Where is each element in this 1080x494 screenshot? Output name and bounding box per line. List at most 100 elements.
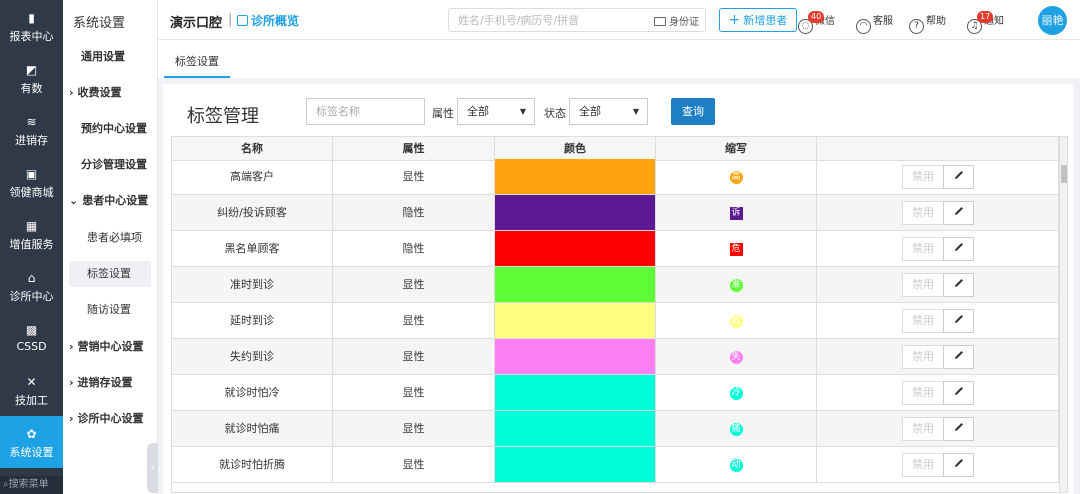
tag-abbr-cell: 准 bbox=[656, 267, 817, 302]
nav-item-3[interactable]: ▣ 领健商城 bbox=[0, 156, 63, 208]
edit-button[interactable] bbox=[943, 309, 974, 333]
header-tool-label: 客服 bbox=[873, 16, 893, 27]
menu-search[interactable]: ⌕搜索菜单 bbox=[0, 476, 63, 494]
nav-item-5[interactable]: ⌂ 诊所中心 bbox=[0, 260, 63, 312]
disable-button[interactable]: 禁用 bbox=[902, 165, 944, 189]
subnav-item-3[interactable]: 分诊管理设置 bbox=[69, 152, 151, 178]
tag-abbr-badge: 冷 bbox=[729, 386, 743, 400]
subnav-item-10[interactable]: › 诊所中心设置 bbox=[69, 406, 151, 432]
headset-icon: ◠ bbox=[856, 19, 871, 34]
table-row: 就诊时怕折腾 显性 动 禁用 bbox=[172, 447, 1059, 483]
tag-attr-cell: 显性 bbox=[333, 159, 495, 194]
disable-button[interactable]: 禁用 bbox=[902, 309, 944, 333]
nav-item-label: 领健商城 bbox=[9, 186, 54, 199]
subnav-item-4[interactable]: ⌄ 患者中心设置 bbox=[69, 188, 151, 214]
disable-button[interactable]: 禁用 bbox=[902, 273, 944, 297]
subnav-title: 系统设置 bbox=[73, 16, 126, 31]
tag-abbr-cell: 动 bbox=[656, 447, 817, 482]
tag-color-swatch bbox=[495, 303, 656, 338]
subnav-item-7[interactable]: 随访设置 bbox=[69, 297, 151, 323]
plus-icon: + bbox=[728, 12, 741, 28]
nav-item-2[interactable]: ≋ 进销存 bbox=[0, 104, 63, 156]
query-button[interactable]: 查询 bbox=[671, 98, 715, 125]
pencil-icon bbox=[954, 279, 963, 287]
tag-name-cell: 黑名单顾客 bbox=[172, 231, 333, 266]
chevron-icon: › bbox=[69, 86, 74, 99]
chevron-icon: › bbox=[69, 340, 74, 353]
pencil-icon bbox=[954, 423, 963, 431]
tag-name-cell: 就诊时怕冷 bbox=[172, 375, 333, 410]
nav-item-0[interactable]: ▮ 报表中心 bbox=[0, 0, 63, 52]
tag-abbr-badge: 失 bbox=[729, 350, 743, 364]
add-patient-button[interactable]: + 新增患者 bbox=[719, 8, 797, 32]
tag-name-cell: 准时到诊 bbox=[172, 267, 333, 302]
nav-item-8[interactable]: ✿ 系统设置 bbox=[0, 416, 63, 468]
header-tool-1[interactable]: ◠ 客服 bbox=[856, 12, 893, 34]
subnav-item-5[interactable]: 患者必填项 bbox=[69, 225, 151, 251]
patient-search-input[interactable] bbox=[449, 9, 639, 31]
pencil-icon bbox=[954, 207, 963, 215]
chevron-icon: › bbox=[69, 376, 74, 389]
status-select[interactable]: 全部 ▼ bbox=[569, 98, 648, 125]
subnav-item-1[interactable]: › 收费设置 bbox=[69, 80, 151, 106]
idcard-read-button[interactable]: 身份证 bbox=[654, 13, 699, 28]
edit-button[interactable] bbox=[943, 345, 974, 369]
add-patient-label: 新增患者 bbox=[743, 14, 788, 27]
collapse-sidebar-handle[interactable]: ‹ bbox=[147, 443, 158, 493]
user-avatar[interactable]: 丽艳 bbox=[1038, 6, 1067, 35]
clinic-overview-link[interactable]: 诊所概览 bbox=[237, 12, 299, 29]
disable-button[interactable]: 禁用 bbox=[902, 201, 944, 225]
nav-item-4[interactable]: ▦ 增值服务 bbox=[0, 208, 63, 260]
header-tool-3[interactable]: ♫ 17 通知 bbox=[967, 11, 1004, 34]
subnav-item-label: 通用设置 bbox=[81, 50, 125, 63]
page-title: 标签管理 bbox=[187, 106, 259, 127]
nav-item-1[interactable]: ◩ 有数 bbox=[0, 52, 63, 104]
tools-icon: ✕ bbox=[26, 375, 37, 389]
subnav-item-0[interactable]: 通用设置 bbox=[69, 44, 151, 70]
subnav-item-8[interactable]: › 营销中心设置 bbox=[69, 334, 151, 360]
table-row: 黑名单顾客 隐性 危 禁用 bbox=[172, 231, 1059, 267]
status-label: 状态 bbox=[544, 107, 566, 120]
tab-tag-settings[interactable]: 标签设置 bbox=[164, 54, 230, 78]
pencil-icon bbox=[954, 459, 963, 467]
scroll-thumb[interactable] bbox=[1061, 165, 1067, 183]
disable-button[interactable]: 禁用 bbox=[902, 237, 944, 261]
edit-button[interactable] bbox=[943, 165, 974, 189]
tag-name-input[interactable] bbox=[306, 98, 425, 125]
header-tool-2[interactable]: ? 帮助 bbox=[909, 12, 946, 34]
subnav-item-9[interactable]: › 进销存设置 bbox=[69, 370, 151, 396]
column-header: 缩写 bbox=[656, 137, 817, 161]
disable-button[interactable]: 禁用 bbox=[902, 417, 944, 441]
subnav-item-label: 诊所中心设置 bbox=[77, 412, 144, 425]
header-separator: | bbox=[228, 12, 233, 27]
table-row: 就诊时怕痛 显性 痛 禁用 bbox=[172, 411, 1059, 447]
table-row: 失约到诊 显性 失 禁用 bbox=[172, 339, 1059, 375]
clinic-name[interactable]: 演示口腔 bbox=[170, 12, 222, 31]
nav-item-6[interactable]: ▩ CSSD bbox=[0, 312, 63, 364]
nav-item-label: 技加工 bbox=[15, 394, 48, 407]
subnav-item-label: 营销中心设置 bbox=[77, 340, 144, 353]
edit-button[interactable] bbox=[943, 381, 974, 405]
idcard-icon bbox=[654, 17, 666, 26]
status-select-value: 全部 bbox=[579, 105, 601, 118]
table-row: 延时到诊 显性 延 禁用 bbox=[172, 303, 1059, 339]
edit-button[interactable] bbox=[943, 237, 974, 261]
disable-button[interactable]: 禁用 bbox=[902, 453, 944, 477]
edit-button[interactable] bbox=[943, 453, 974, 477]
disable-button[interactable]: 禁用 bbox=[902, 345, 944, 369]
table-scrollbar[interactable] bbox=[1059, 137, 1067, 492]
tag-attr-cell: 显性 bbox=[333, 303, 495, 338]
pencil-icon bbox=[954, 243, 963, 251]
header-tool-0[interactable]: ◌ 40 微信 bbox=[798, 11, 835, 34]
subnav-item-2[interactable]: 预约中心设置 bbox=[69, 116, 151, 142]
table-header: 名称 属性 颜色 缩写 bbox=[172, 137, 1059, 161]
subnav-item-6[interactable]: 标签设置 bbox=[69, 261, 151, 287]
edit-button[interactable] bbox=[943, 417, 974, 441]
edit-button[interactable] bbox=[943, 273, 974, 297]
disable-button[interactable]: 禁用 bbox=[902, 381, 944, 405]
attr-select[interactable]: 全部 ▼ bbox=[457, 98, 535, 125]
edit-button[interactable] bbox=[943, 201, 974, 225]
tag-abbr-badge: 延 bbox=[729, 314, 743, 328]
nav-item-7[interactable]: ✕ 技加工 bbox=[0, 364, 63, 416]
menu-search-label: 搜索菜单 bbox=[8, 479, 49, 490]
